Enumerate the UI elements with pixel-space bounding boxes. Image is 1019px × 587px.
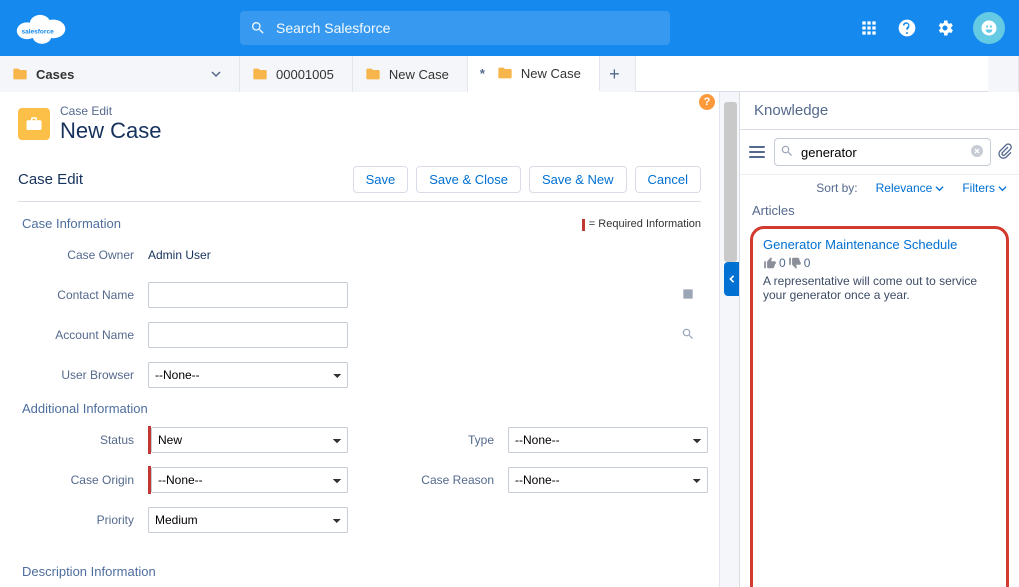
sort-by-label: Sort by: [816, 181, 857, 195]
hamburger-icon[interactable] [746, 141, 768, 163]
tab-label: New Case [389, 67, 449, 82]
tab-case-00001005[interactable]: 00001005 [240, 56, 353, 92]
app-launcher-icon[interactable] [859, 18, 879, 38]
save-new-button[interactable]: Save & New [529, 166, 627, 193]
label-contact-name: Contact Name [18, 288, 148, 302]
legend-additional: Additional Information [22, 401, 701, 416]
save-button[interactable]: Save [353, 166, 409, 193]
case-reason-select[interactable]: --None-- [508, 467, 708, 493]
tab-new-case-1[interactable]: New Case [353, 56, 468, 92]
help-icon[interactable]: ? [699, 94, 715, 110]
folder-icon [252, 66, 268, 82]
article-title[interactable]: Generator Maintenance Schedule [763, 237, 996, 252]
article-snippet: A representative will come out to servic… [763, 274, 996, 587]
label-user-browser: User Browser [18, 368, 148, 382]
tab-overflow[interactable] [988, 56, 1019, 92]
legend-description: Description Information [22, 564, 701, 579]
page-eyebrow: Case Edit [60, 104, 161, 118]
scrollbar[interactable] [719, 92, 739, 587]
tab-label: Cases [36, 67, 74, 82]
label-account-name: Account Name [18, 328, 148, 342]
user-browser-select[interactable]: --None-- [148, 362, 348, 388]
lookup-icon[interactable] [681, 287, 695, 301]
label-type: Type [408, 433, 508, 447]
attach-icon[interactable] [997, 143, 1013, 162]
tab-cases[interactable]: Cases [0, 56, 240, 92]
global-search-input[interactable] [276, 20, 660, 36]
label-status: Status [18, 433, 148, 447]
panel-collapse-handle[interactable] [724, 262, 739, 296]
clear-icon[interactable] [969, 143, 985, 159]
filters-link[interactable]: Filters [962, 181, 1007, 195]
user-avatar[interactable] [973, 12, 1005, 44]
sort-relevance[interactable]: Relevance [876, 181, 945, 195]
account-name-input[interactable] [148, 322, 348, 348]
tab-new-case-active[interactable]: * New Case [468, 56, 600, 92]
scroll-thumb[interactable] [724, 102, 737, 262]
tab-add[interactable]: + [600, 56, 636, 92]
required-note: = Required Information [582, 218, 701, 230]
search-icon [780, 144, 794, 158]
salesforce-logo: salesforce [14, 8, 70, 48]
dirty-indicator: * [480, 66, 485, 81]
section-title: Case Edit [18, 171, 83, 188]
save-close-button[interactable]: Save & Close [416, 166, 521, 193]
knowledge-panel: Knowledge Sort by: Relevance Filters Art… [739, 92, 1019, 587]
knowledge-section-articles: Articles [740, 201, 1019, 220]
thumbs-down-icon[interactable] [788, 256, 802, 270]
search-icon[interactable] [681, 327, 695, 341]
chevron-down-icon [998, 184, 1007, 193]
knowledge-article-card[interactable]: Generator Maintenance Schedule 0 0 A rep… [750, 226, 1009, 587]
setup-gear-icon[interactable] [935, 18, 955, 38]
legend-case-info: Case Information [22, 216, 121, 231]
folder-icon [365, 66, 381, 82]
status-select[interactable]: New [151, 427, 348, 453]
folder-icon [12, 66, 28, 82]
case-origin-select[interactable]: --None-- [151, 467, 348, 493]
search-icon [250, 20, 266, 36]
type-select[interactable]: --None-- [508, 427, 708, 453]
contact-name-input[interactable] [148, 282, 348, 308]
value-case-owner: Admin User [148, 248, 701, 262]
label-case-reason: Case Reason [408, 473, 508, 487]
label-priority: Priority [18, 513, 148, 527]
case-entity-icon [18, 108, 50, 140]
folder-icon [497, 65, 513, 81]
tab-label: 00001005 [276, 67, 334, 82]
label-case-owner: Case Owner [18, 248, 148, 262]
knowledge-search-input[interactable] [774, 138, 991, 166]
chevron-down-icon [935, 184, 944, 193]
label-case-origin: Case Origin [18, 473, 148, 487]
help-icon[interactable] [897, 18, 917, 38]
article-votes: 0 0 [763, 256, 996, 270]
global-navbar: salesforce [0, 0, 1019, 56]
tab-label: New Case [521, 66, 581, 81]
thumbs-up-icon[interactable] [763, 256, 777, 270]
cancel-button[interactable]: Cancel [635, 166, 701, 193]
global-search[interactable] [240, 11, 670, 45]
priority-select[interactable]: Medium [148, 507, 348, 533]
main-content: ? Case Edit New Case Case Edit Save Save… [0, 92, 719, 587]
svg-text:salesforce: salesforce [21, 29, 54, 36]
page-title: New Case [60, 118, 161, 144]
chevron-down-icon[interactable] [211, 69, 221, 79]
workspace-tabstrip: Cases 00001005 New Case * New Case + [0, 56, 1019, 92]
smiley-icon [980, 19, 998, 37]
knowledge-header: Knowledge [740, 92, 1019, 130]
